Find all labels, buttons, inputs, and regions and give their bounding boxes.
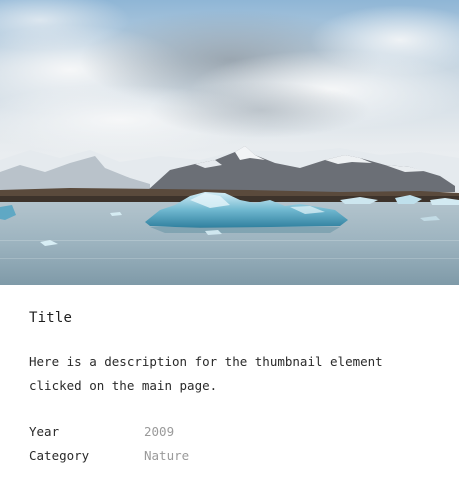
detail-meta: Year 2009 Category Nature bbox=[29, 420, 189, 468]
meta-value-year: 2009 bbox=[144, 424, 175, 439]
detail-panel: Title Here is a description for the thum… bbox=[0, 0, 459, 494]
detail-title: Title bbox=[29, 310, 73, 326]
meta-row-year: Year 2009 bbox=[29, 420, 189, 444]
meta-key-year: Year bbox=[29, 424, 60, 439]
meta-value-category: Nature bbox=[144, 448, 190, 463]
meta-row-category: Category Nature bbox=[29, 444, 189, 468]
thumbnail-image bbox=[0, 0, 459, 285]
meta-key-category: Category bbox=[29, 448, 90, 463]
detail-description: Here is a description for the thumbnail … bbox=[29, 354, 383, 393]
